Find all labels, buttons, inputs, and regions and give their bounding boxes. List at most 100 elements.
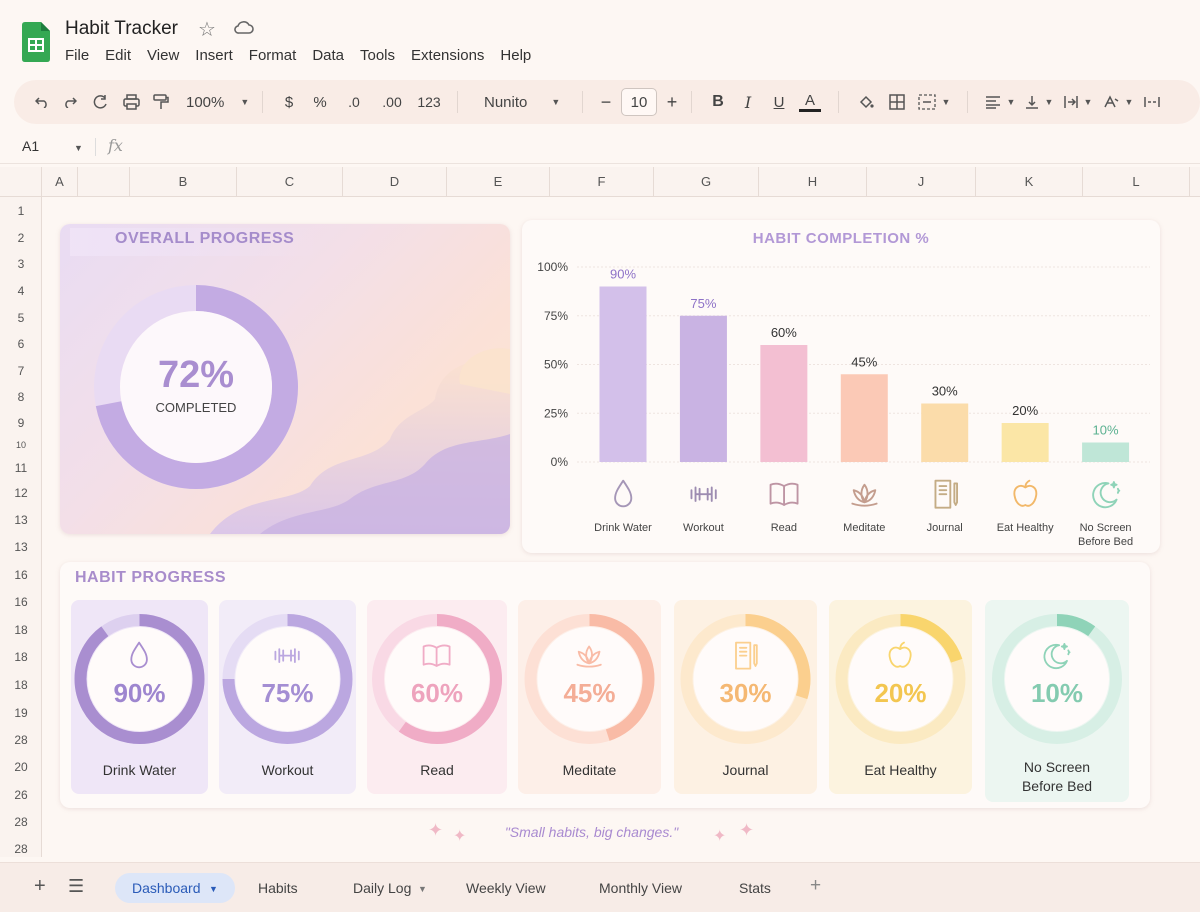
row-header[interactable]: 26: [0, 788, 42, 802]
bar[interactable]: [1082, 442, 1130, 463]
column-header[interactable]: D: [343, 167, 447, 197]
zoom-select[interactable]: 100% ▼: [176, 88, 249, 116]
row-header[interactable]: 7: [0, 364, 42, 378]
row-header[interactable]: 9: [0, 416, 42, 430]
row-header[interactable]: 2: [0, 231, 42, 245]
row-header[interactable]: 13: [0, 540, 42, 554]
tab-dashboard-label[interactable]: Dashboard: [132, 880, 201, 896]
row-header[interactable]: 16: [0, 568, 42, 582]
row-header[interactable]: 10: [0, 440, 42, 450]
column-header[interactable]: K: [976, 167, 1083, 197]
column-header[interactable]: A: [42, 167, 78, 197]
font-size-input[interactable]: 10: [621, 88, 657, 116]
number-format-button[interactable]: 123: [413, 88, 445, 116]
column-header[interactable]: G: [654, 167, 759, 197]
add-sheet-icon[interactable]: +: [34, 875, 46, 898]
row-header[interactable]: 6: [0, 337, 42, 351]
overall-progress-card[interactable]: OVERALL PROGRESS 72% COMPLETED: [60, 224, 510, 534]
undo-icon[interactable]: [30, 88, 54, 116]
row-header[interactable]: 28: [0, 842, 42, 856]
redo-arrow-icon[interactable]: [86, 88, 116, 116]
percent-button[interactable]: %: [303, 88, 337, 116]
tab-daily-log[interactable]: Daily Log: [353, 880, 411, 896]
column-header[interactable]: [78, 167, 130, 197]
column-header[interactable]: J: [867, 167, 976, 197]
row-header[interactable]: 12: [0, 486, 42, 500]
row-header[interactable]: 19: [0, 706, 42, 720]
chevron-down-icon[interactable]: ▼: [209, 884, 218, 894]
add-tab-icon[interactable]: +: [810, 875, 821, 897]
currency-button[interactable]: $: [275, 88, 303, 116]
borders-icon[interactable]: [881, 88, 913, 116]
row-header[interactable]: 5: [0, 311, 42, 325]
paint-format-icon[interactable]: [146, 88, 176, 116]
align-left-icon[interactable]: ▼: [980, 88, 1020, 116]
tab-weekly-view[interactable]: Weekly View: [466, 880, 546, 896]
row-header[interactable]: 18: [0, 623, 42, 637]
font-size-decrease-button[interactable]: −: [595, 88, 617, 116]
tab-monthly-view[interactable]: Monthly View: [599, 880, 682, 896]
menu-help[interactable]: Help: [500, 47, 531, 64]
font-size-increase-button[interactable]: +: [657, 88, 687, 116]
chevron-down-icon[interactable]: ▼: [74, 143, 83, 153]
row-header[interactable]: 16: [0, 595, 42, 609]
row-header[interactable]: 13: [0, 513, 42, 527]
vertical-align-icon[interactable]: ▼: [1020, 88, 1058, 116]
italic-button[interactable]: I: [732, 88, 764, 116]
bar[interactable]: [679, 315, 727, 462]
bar[interactable]: [760, 345, 808, 462]
chevron-down-icon[interactable]: ▼: [418, 884, 427, 894]
merge-cells-icon[interactable]: ▼: [913, 88, 955, 116]
all-sheets-menu-icon[interactable]: ☰: [68, 876, 84, 897]
document-title[interactable]: Habit Tracker: [65, 18, 178, 40]
row-header[interactable]: 11: [0, 461, 42, 475]
menu-extensions[interactable]: Extensions: [411, 47, 484, 64]
bar[interactable]: [1001, 423, 1049, 462]
more-tools-icon[interactable]: [1138, 88, 1166, 116]
increase-decimal-button[interactable]: .00: [371, 88, 413, 116]
underline-button[interactable]: U: [764, 88, 794, 116]
font-select[interactable]: Nunito ▼: [470, 88, 560, 116]
tab-habits[interactable]: Habits: [258, 880, 298, 896]
habit-card-drink-water[interactable]: 90% Drink Water: [71, 600, 208, 794]
menu-view[interactable]: View: [147, 47, 179, 64]
row-header[interactable]: 28: [0, 733, 42, 747]
column-header[interactable]: E: [447, 167, 550, 197]
bar[interactable]: [921, 403, 969, 463]
menu-insert[interactable]: Insert: [195, 47, 233, 64]
column-header[interactable]: L: [1083, 167, 1190, 197]
row-header[interactable]: 1: [0, 204, 42, 218]
menu-data[interactable]: Data: [312, 47, 344, 64]
habit-completion-chart-card[interactable]: HABIT COMPLETION % 0% 25% 50% 75% 100% 90% Dri…: [522, 220, 1160, 553]
print-icon[interactable]: [116, 88, 146, 116]
habit-card-no-screen[interactable]: 10% No Screen Before Bed: [985, 600, 1129, 802]
text-color-button[interactable]: A: [794, 88, 826, 116]
menu-tools[interactable]: Tools: [360, 47, 395, 64]
text-wrap-icon[interactable]: ▼: [1058, 88, 1098, 116]
habit-card-workout[interactable]: 75% Workout: [219, 600, 356, 794]
bar[interactable]: [599, 286, 647, 463]
column-header[interactable]: B: [130, 167, 237, 197]
column-header[interactable]: F: [550, 167, 654, 197]
row-header[interactable]: 3: [0, 257, 42, 271]
column-header[interactable]: H: [759, 167, 867, 197]
habit-card-read[interactable]: 60% Read: [367, 600, 507, 794]
row-header[interactable]: 18: [0, 678, 42, 692]
menu-file[interactable]: File: [65, 47, 89, 64]
row-header[interactable]: 18: [0, 650, 42, 664]
select-all-corner[interactable]: [0, 167, 42, 197]
habit-card-journal[interactable]: 30% Journal: [674, 600, 817, 794]
column-header[interactable]: C: [237, 167, 343, 197]
decrease-decimal-button[interactable]: .0: [337, 88, 371, 116]
habit-card-eat-healthy[interactable]: 20% Eat Healthy: [829, 600, 972, 794]
tab-stats[interactable]: Stats: [739, 880, 771, 896]
row-header[interactable]: 20: [0, 760, 42, 774]
fill-color-icon[interactable]: [851, 88, 881, 116]
menu-edit[interactable]: Edit: [105, 47, 131, 64]
row-header[interactable]: 4: [0, 284, 42, 298]
sheets-logo-icon[interactable]: [22, 22, 50, 62]
habit-card-meditate[interactable]: 45% Meditate: [518, 600, 661, 794]
text-rotation-icon[interactable]: ▼: [1098, 88, 1138, 116]
name-box[interactable]: A1: [22, 138, 39, 154]
star-icon[interactable]: ☆: [198, 17, 216, 42]
